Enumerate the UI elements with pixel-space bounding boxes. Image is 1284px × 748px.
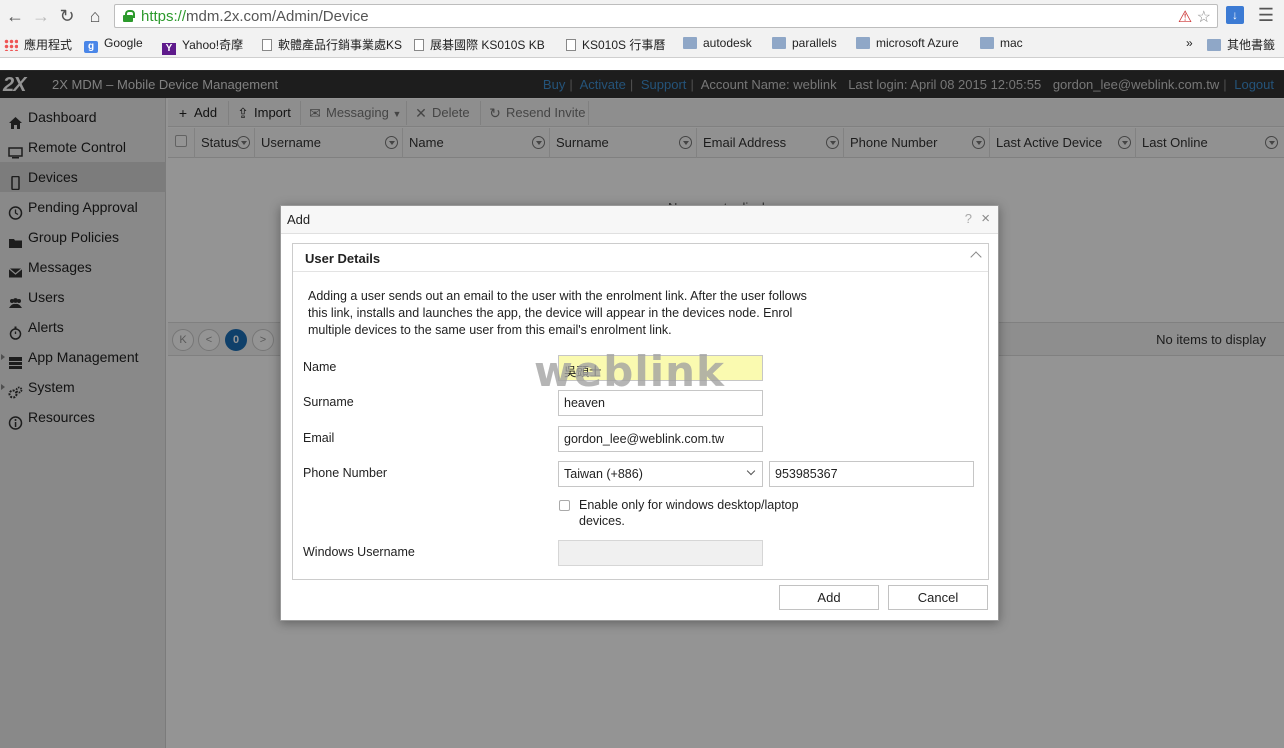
bookmark-label: 軟體產品行銷事業處KS bbox=[278, 38, 403, 52]
phone-label: Phone Number bbox=[303, 466, 388, 480]
browser-toolbar: ← → ↻ ⌂ https://mdm.2x.com/Admin/Device … bbox=[0, 0, 1284, 58]
cancel-button[interactable]: Cancel bbox=[888, 585, 988, 610]
page-icon bbox=[262, 39, 272, 51]
add-submit-button[interactable]: Add bbox=[779, 585, 879, 610]
bookmark-label: Google bbox=[104, 36, 143, 50]
bookmark-ks010s-kb[interactable]: 展碁國際 KS010S KB bbox=[414, 36, 545, 53]
yahoo-icon: Y bbox=[162, 43, 176, 55]
surname-label: Surname bbox=[303, 395, 354, 409]
bookmark-parallels[interactable]: parallels bbox=[772, 36, 837, 50]
user-details-panel: User Details Adding a user sends out an … bbox=[292, 243, 989, 580]
watermark: weblink bbox=[534, 347, 725, 396]
windows-only-checkbox[interactable] bbox=[559, 500, 570, 511]
country-code-value: Taiwan (+886) bbox=[564, 467, 643, 481]
address-bar[interactable]: https://mdm.2x.com/Admin/Device ⚠ ☆ bbox=[114, 4, 1218, 28]
name-label: Name bbox=[303, 360, 337, 374]
close-icon[interactable]: × bbox=[981, 210, 990, 227]
windows-only-label: Enable only for windows desktop/laptop d… bbox=[579, 498, 799, 528]
folder-icon bbox=[772, 37, 786, 49]
star-icon[interactable]: ☆ bbox=[1197, 9, 1211, 26]
apps-grid-icon bbox=[4, 39, 18, 51]
bookmark-label: parallels bbox=[792, 36, 837, 50]
chevron-down-icon bbox=[746, 466, 756, 476]
bookmark-mac[interactable]: mac bbox=[980, 36, 1023, 50]
google-icon: g bbox=[84, 41, 98, 53]
dialog-titlebar: Add ? × bbox=[281, 206, 998, 234]
bookmark-label: 應用程式 bbox=[24, 38, 73, 52]
lock-icon bbox=[123, 10, 135, 22]
folder-icon bbox=[856, 37, 870, 49]
folder-icon bbox=[1207, 39, 1221, 51]
url-scheme: https:// bbox=[141, 8, 187, 25]
url-text: https://mdm.2x.com/Admin/Device bbox=[141, 8, 369, 25]
home-icon[interactable]: ⌂ bbox=[84, 6, 106, 26]
bookmarks-bar: 應用程式 g Google Y Yahoo!奇摩 軟體產品行銷事業處KS 展碁國際 … bbox=[0, 32, 1284, 55]
bookmark-azure[interactable]: microsoft Azure bbox=[856, 36, 959, 50]
bookmark-label: mac bbox=[1000, 36, 1023, 50]
phone-number-field[interactable]: 953985367 bbox=[769, 461, 974, 487]
folder-icon bbox=[683, 37, 697, 49]
bookmark-label: 展碁國際 KS010S KB bbox=[430, 38, 545, 52]
forward-icon[interactable]: → bbox=[30, 6, 52, 26]
bookmark-other[interactable]: 其他書籤 bbox=[1207, 36, 1275, 53]
country-code-select[interactable]: Taiwan (+886) bbox=[558, 461, 763, 487]
windows-username-field bbox=[558, 540, 763, 566]
page-icon bbox=[566, 39, 576, 51]
panel-description: Adding a user sends out an email to the … bbox=[308, 289, 807, 337]
bookmark-label: autodesk bbox=[703, 36, 752, 50]
panel-header[interactable]: User Details bbox=[293, 244, 988, 272]
folder-icon bbox=[980, 37, 994, 49]
bookmark-ks-product[interactable]: 軟體產品行銷事業處KS bbox=[262, 36, 402, 53]
bookmark-label: microsoft Azure bbox=[876, 36, 959, 50]
bookmark-apps[interactable]: 應用程式 bbox=[4, 36, 72, 53]
panel-title: User Details bbox=[305, 251, 381, 266]
page-icon bbox=[414, 39, 424, 51]
email-field[interactable]: gordon_lee@weblink.com.tw bbox=[558, 426, 763, 452]
bookmark-ks010s-calendar[interactable]: KS010S 行事曆 bbox=[566, 36, 665, 53]
bookmark-label: Yahoo!奇摩 bbox=[182, 38, 244, 52]
bookmarks-overflow[interactable]: » bbox=[1186, 36, 1193, 50]
add-user-dialog: Add ? × User Details Adding a user sends… bbox=[280, 205, 999, 621]
help-icon[interactable]: ? bbox=[965, 211, 972, 226]
bookmark-label: 其他書籤 bbox=[1227, 38, 1276, 52]
bookmark-google[interactable]: g Google bbox=[84, 36, 143, 53]
dialog-title: Add bbox=[287, 212, 311, 227]
blocked-popup-icon[interactable]: ⚠ bbox=[1178, 9, 1192, 26]
address-bar-icons: ⚠ ☆ bbox=[1178, 7, 1211, 27]
back-icon[interactable]: ← bbox=[4, 6, 26, 26]
email-label: Email bbox=[303, 431, 335, 445]
reload-icon[interactable]: ↻ bbox=[56, 6, 78, 26]
url-path: mdm.2x.com/Admin/Device bbox=[186, 8, 369, 25]
bookmark-label: KS010S 行事曆 bbox=[582, 38, 666, 52]
download-extension-icon[interactable]: ↓ bbox=[1226, 6, 1244, 24]
bookmark-yahoo[interactable]: Y Yahoo!奇摩 bbox=[162, 36, 243, 55]
collapse-icon[interactable] bbox=[970, 251, 982, 263]
windows-username-label: Windows Username bbox=[303, 545, 415, 559]
bookmark-autodesk[interactable]: autodesk bbox=[683, 36, 752, 50]
menu-icon[interactable]: ☰ bbox=[1257, 6, 1275, 24]
